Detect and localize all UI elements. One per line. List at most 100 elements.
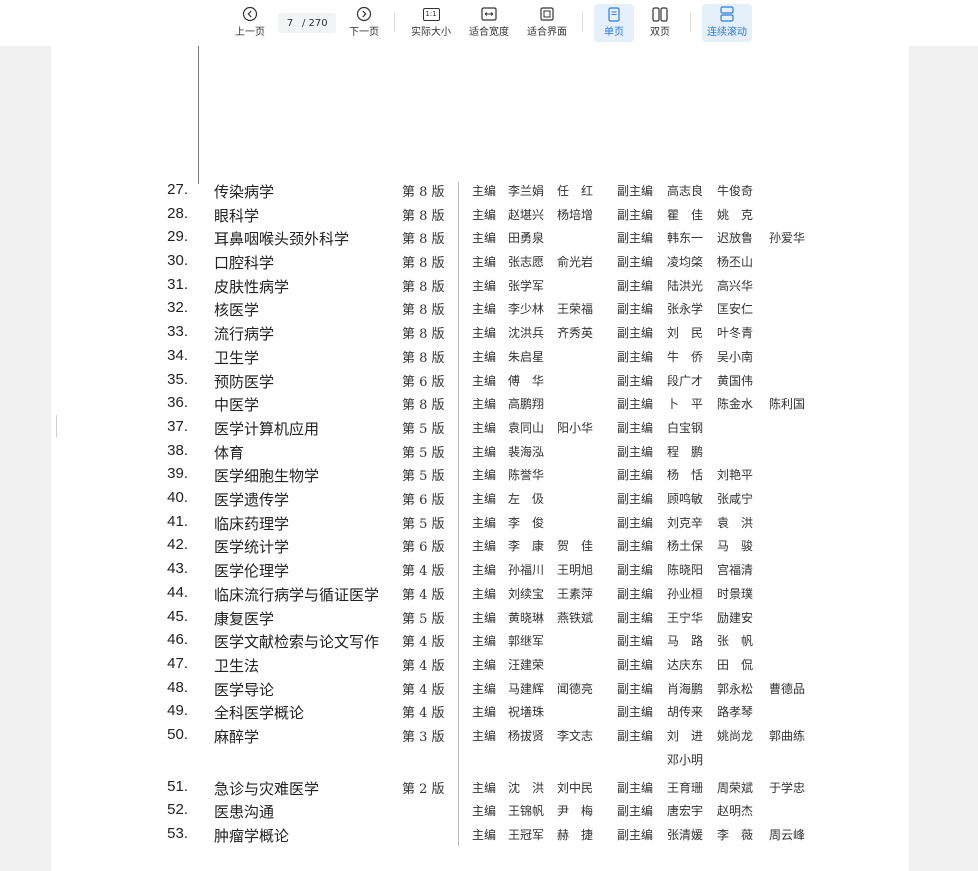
- actual-size-label: 实际大小: [411, 27, 451, 38]
- book-edition: 第 8 版: [402, 398, 445, 413]
- page-number-input[interactable]: [281, 17, 299, 29]
- chief-editor-role: 主编: [472, 374, 497, 388]
- book-edition: 第 8 版: [402, 280, 445, 295]
- deputy-editor-name: 肖海鹏: [667, 682, 704, 696]
- list-item: 48. 医学导论 第 4 版 主编 马建辉 闻德亮 副主编 肖海鹏 郭永松 曹德品: [0, 679, 900, 701]
- book-number: 29.: [167, 228, 188, 245]
- toolbar-divider: [690, 12, 691, 32]
- book-edition: 第 4 版: [402, 564, 445, 579]
- continuous-scroll-button[interactable]: 连续滚动: [702, 4, 752, 42]
- deputy-editor-role: 副主编: [617, 729, 654, 743]
- deputy-editor-name: 马 路: [667, 634, 704, 648]
- deputy-editor-name: 曹德品: [769, 682, 806, 696]
- fit-width-button[interactable]: 适合宽度: [466, 4, 512, 42]
- list-item: 47. 卫生法 第 4 版 主编 汪建荣 副主编 达庆东田 侃: [0, 655, 900, 677]
- prev-page-button[interactable]: 上一页: [230, 4, 270, 42]
- book-number: 30.: [167, 252, 188, 269]
- book-title: 肿瘤学概论: [214, 828, 290, 845]
- book-number: 37.: [167, 418, 188, 435]
- book-number: 28.: [167, 205, 188, 222]
- book-number: 36.: [167, 394, 188, 411]
- book-edition: 第 4 版: [402, 706, 445, 721]
- double-page-button[interactable]: 双页: [640, 4, 680, 42]
- chief-editor-name: 傅 华: [508, 374, 545, 388]
- book-edition: 第 4 版: [402, 635, 445, 650]
- deputy-editor-role: 副主编: [617, 492, 654, 506]
- chief-editor-role: 主编: [472, 804, 497, 818]
- chief-editor-name: 赫 捷: [557, 828, 594, 842]
- deputy-editor-role: 副主编: [617, 658, 654, 672]
- chief-editor-role: 主编: [472, 208, 497, 222]
- deputy-editor-role: 副主编: [617, 184, 654, 198]
- deputy-editor-role: 副主编: [617, 705, 654, 719]
- book-title: 临床流行病学与循证医学: [214, 587, 380, 604]
- list-item: 53. 肿瘤学概论 主编 王冠军赫 捷 副主编 张清媛李 薇 周云峰: [0, 825, 900, 847]
- deputy-editor-name: 牛 侨: [667, 350, 704, 364]
- chief-editor-role: 主编: [472, 516, 497, 530]
- list-item: 39. 医学细胞生物学 第 5 版 主编 陈誉华 副主编杨 恬刘艳平: [0, 465, 900, 487]
- book-title: 医学计算机应用: [214, 421, 320, 438]
- fit-width-label: 适合宽度: [469, 27, 509, 38]
- chief-editor-role: 主编: [472, 255, 497, 269]
- chief-editor-role: 主编: [472, 611, 497, 625]
- chief-editor-name: 杨拔贤: [508, 729, 545, 743]
- deputy-editor-name: 王宁华: [667, 611, 704, 625]
- chief-editor-name: 任 红: [557, 184, 594, 198]
- chief-editor-name: 尹 梅: [557, 804, 594, 818]
- deputy-editor-name: 邓小明: [667, 753, 704, 767]
- deputy-editor-name: 李 薇: [717, 828, 754, 842]
- chief-editor-name: 高鹏翔: [508, 397, 545, 411]
- book-number: 39.: [167, 465, 188, 482]
- list-item: 32. 核医学 第 8 版 主编 李少林 王荣福 副主编 张永学 匡安仁: [0, 299, 900, 321]
- chief-editor-name: 黄晓琳: [508, 611, 545, 625]
- deputy-editor-name: 张清媛: [667, 828, 704, 842]
- chief-editor-role: 主编: [472, 492, 497, 506]
- chief-editor-name: 田勇泉: [508, 231, 545, 245]
- fit-page-button[interactable]: 适合界面: [524, 4, 570, 42]
- deputy-editor-name: 凌均棨: [667, 255, 704, 269]
- deputy-editor-name: 陆洪光: [667, 279, 704, 293]
- chief-editor-name: 沈洪兵: [508, 326, 545, 340]
- book-number: 53.: [167, 825, 188, 842]
- book-number: 38.: [167, 442, 188, 459]
- book-title: 麻醉学: [214, 729, 260, 746]
- chief-editor-name: 袁同山: [508, 421, 545, 435]
- deputy-editor-name: 姚尚龙: [717, 729, 754, 743]
- deputy-editor-role: 副主编: [617, 397, 654, 411]
- chief-editor-role: 主编: [472, 539, 497, 553]
- next-page-button[interactable]: 下一页: [344, 4, 384, 42]
- book-title: 急诊与灾难医学: [214, 781, 320, 798]
- list-item: 50. 麻醉学 第 3 版 主编 杨拔贤 李文志 副主编刘 进姚尚龙 郭曲练: [0, 726, 900, 748]
- chief-editor-role: 主编: [472, 184, 497, 198]
- actual-size-button[interactable]: 1:1 实际大小: [408, 4, 454, 42]
- book-number: 40.: [167, 489, 188, 506]
- list-item: 30. 口腔科学 第 8 版 主编 张志愿 俞光岩 副主编 凌均棨 杨丕山: [0, 252, 900, 274]
- deputy-editor-name: 匡安仁: [717, 302, 754, 316]
- list-item: 46. 医学文献检索与论文写作 第 4 版 主编 郭继军 副主编马 路张 帆: [0, 631, 900, 653]
- book-title: 体育: [214, 445, 245, 462]
- list-item: 33. 流行病学 第 8 版 主编 沈洪兵 齐秀英 副主编刘 民叶冬青: [0, 323, 900, 345]
- book-edition: 第 4 版: [402, 588, 445, 603]
- book-edition: 第 8 版: [402, 256, 445, 271]
- chief-editor-name: 杨培增: [557, 208, 594, 222]
- book-edition: 第 4 版: [402, 659, 445, 674]
- deputy-editor-name: 叶冬青: [717, 326, 754, 340]
- deputy-editor-name: 高志良: [667, 184, 704, 198]
- book-title: 流行病学: [214, 326, 275, 343]
- chief-editor-name: 王锦帆: [508, 804, 545, 818]
- single-page-label: 单页: [604, 27, 624, 38]
- book-edition: 第 6 版: [402, 375, 445, 390]
- chief-editor-name: 闻德亮: [557, 682, 594, 696]
- chief-editor-name: 马建辉: [508, 682, 545, 696]
- single-page-button[interactable]: 单页: [594, 4, 634, 42]
- book-number: 34.: [167, 347, 188, 364]
- double-page-icon: [652, 4, 668, 24]
- chief-editor-role: 主编: [472, 705, 497, 719]
- book-title: 卫生学: [214, 350, 260, 367]
- deputy-editor-name: 刘 进: [667, 729, 704, 743]
- book-edition: 第 6 版: [402, 493, 445, 508]
- deputy-editor-role: 副主编: [617, 445, 654, 459]
- prev-page-label: 上一页: [235, 27, 265, 38]
- deputy-editor-role: 副主编: [617, 828, 654, 842]
- list-item: 49. 全科医学概论 第 4 版 主编 祝墡珠 副主编 胡传来 路孝琴: [0, 702, 900, 724]
